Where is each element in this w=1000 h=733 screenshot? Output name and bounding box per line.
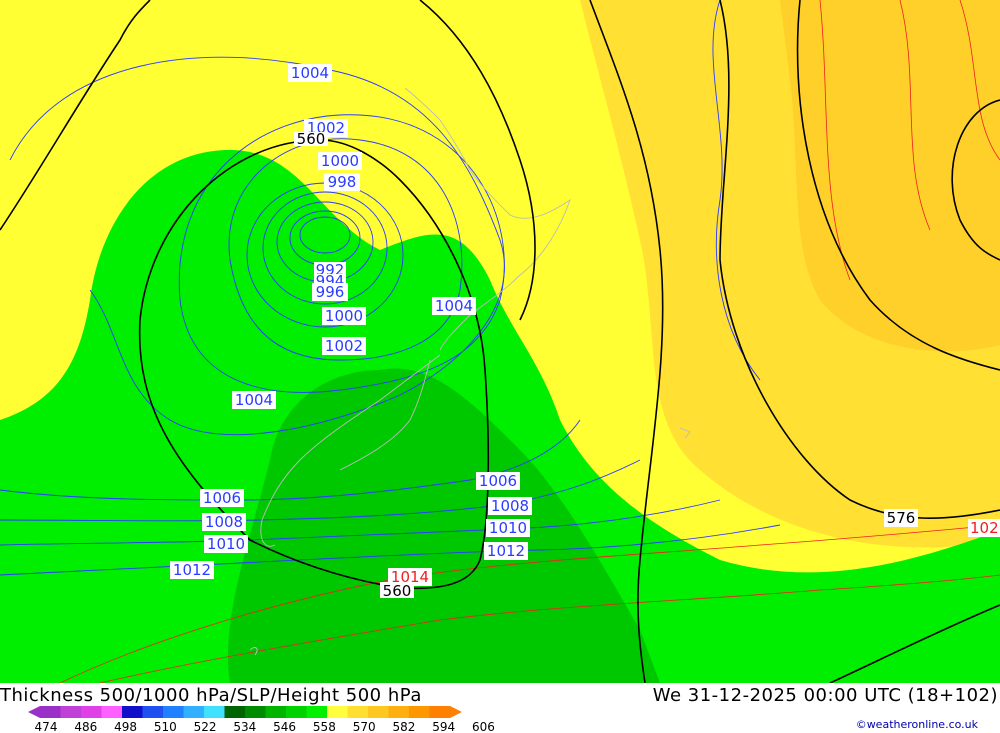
legend-tick-label: 582 bbox=[392, 720, 415, 733]
credit-link[interactable]: ©weatheronline.co.uk bbox=[856, 718, 978, 731]
legend-tick-label: 510 bbox=[154, 720, 177, 733]
legend-swatch bbox=[40, 706, 61, 718]
isobar-label: 1012 bbox=[487, 542, 525, 560]
legend-tick-label: 594 bbox=[432, 720, 455, 733]
legend-swatch bbox=[183, 706, 205, 718]
legend-arrow-left bbox=[28, 706, 40, 718]
legend-swatch bbox=[142, 706, 164, 718]
legend-swatch bbox=[60, 706, 82, 718]
map-title: Thickness 500/1000 hPa/SLP/Height 500 hP… bbox=[0, 685, 422, 706]
legend-tick-label: 534 bbox=[233, 720, 256, 733]
legend-swatch bbox=[327, 706, 348, 718]
isobar-label-red: 102 bbox=[970, 519, 999, 537]
legend-swatch bbox=[265, 706, 287, 718]
legend-tick-label: 546 bbox=[273, 720, 296, 733]
legend-swatch bbox=[429, 706, 451, 718]
map-footer: Thickness 500/1000 hPa/SLP/Height 500 hP… bbox=[0, 683, 1000, 733]
isobar-label: 1008 bbox=[491, 497, 529, 515]
legend-tick-label: 606 bbox=[472, 720, 495, 733]
legend-swatch bbox=[122, 706, 143, 718]
legend-swatch bbox=[388, 706, 410, 718]
weather-map: 1004 1002 1000 998 992 994 996 1000 1002… bbox=[0, 0, 1000, 683]
legend-swatch bbox=[224, 706, 246, 718]
legend-tick-label: 486 bbox=[74, 720, 97, 733]
legend-tick-label: 474 bbox=[35, 720, 58, 733]
map-datetime: We 31-12-2025 00:00 UTC (18+102) bbox=[652, 685, 998, 706]
isobar-label: 1004 bbox=[235, 391, 273, 409]
legend-tick-label: 558 bbox=[313, 720, 336, 733]
legend-swatch bbox=[409, 706, 430, 718]
isobar-label: 1010 bbox=[489, 519, 527, 537]
legend-swatch bbox=[163, 706, 184, 718]
isobar-label: 1000 bbox=[321, 152, 359, 170]
isobar-label: 1012 bbox=[173, 561, 211, 579]
isobar-label: 1008 bbox=[205, 513, 243, 531]
isobar-label: 1004 bbox=[291, 64, 329, 82]
isobar-label: 1002 bbox=[325, 337, 363, 355]
isobar-label: 998 bbox=[328, 173, 357, 191]
isobar-label: 1006 bbox=[479, 472, 517, 490]
isobar-label: 1006 bbox=[203, 489, 241, 507]
legend-swatch bbox=[81, 706, 102, 718]
legend-swatch bbox=[306, 706, 328, 718]
isobar-label: 996 bbox=[316, 283, 345, 301]
legend-tick-label: 498 bbox=[114, 720, 137, 733]
isobar-label: 1004 bbox=[435, 297, 473, 315]
legend-arrow-right bbox=[450, 706, 462, 718]
legend-swatch bbox=[101, 706, 123, 718]
height-label: 576 bbox=[887, 509, 916, 527]
height-label: 560 bbox=[297, 130, 326, 148]
legend-swatches bbox=[28, 706, 462, 718]
legend-ticks: 474 486 498 510 522 534 546 558 570 582 594 606 bbox=[35, 720, 495, 733]
color-legend: 474 486 498 510 522 534 546 558 570 582 594 606 bbox=[28, 706, 495, 733]
legend-swatch bbox=[245, 706, 266, 718]
legend-swatch bbox=[368, 706, 389, 718]
legend-swatch bbox=[204, 706, 225, 718]
legend-swatch bbox=[286, 706, 307, 718]
isobar-label: 1000 bbox=[325, 307, 363, 325]
height-label: 560 bbox=[383, 582, 412, 600]
legend-swatch bbox=[347, 706, 369, 718]
legend-tick-label: 522 bbox=[194, 720, 217, 733]
legend-tick-label: 570 bbox=[353, 720, 376, 733]
isobar-label: 1010 bbox=[207, 535, 245, 553]
